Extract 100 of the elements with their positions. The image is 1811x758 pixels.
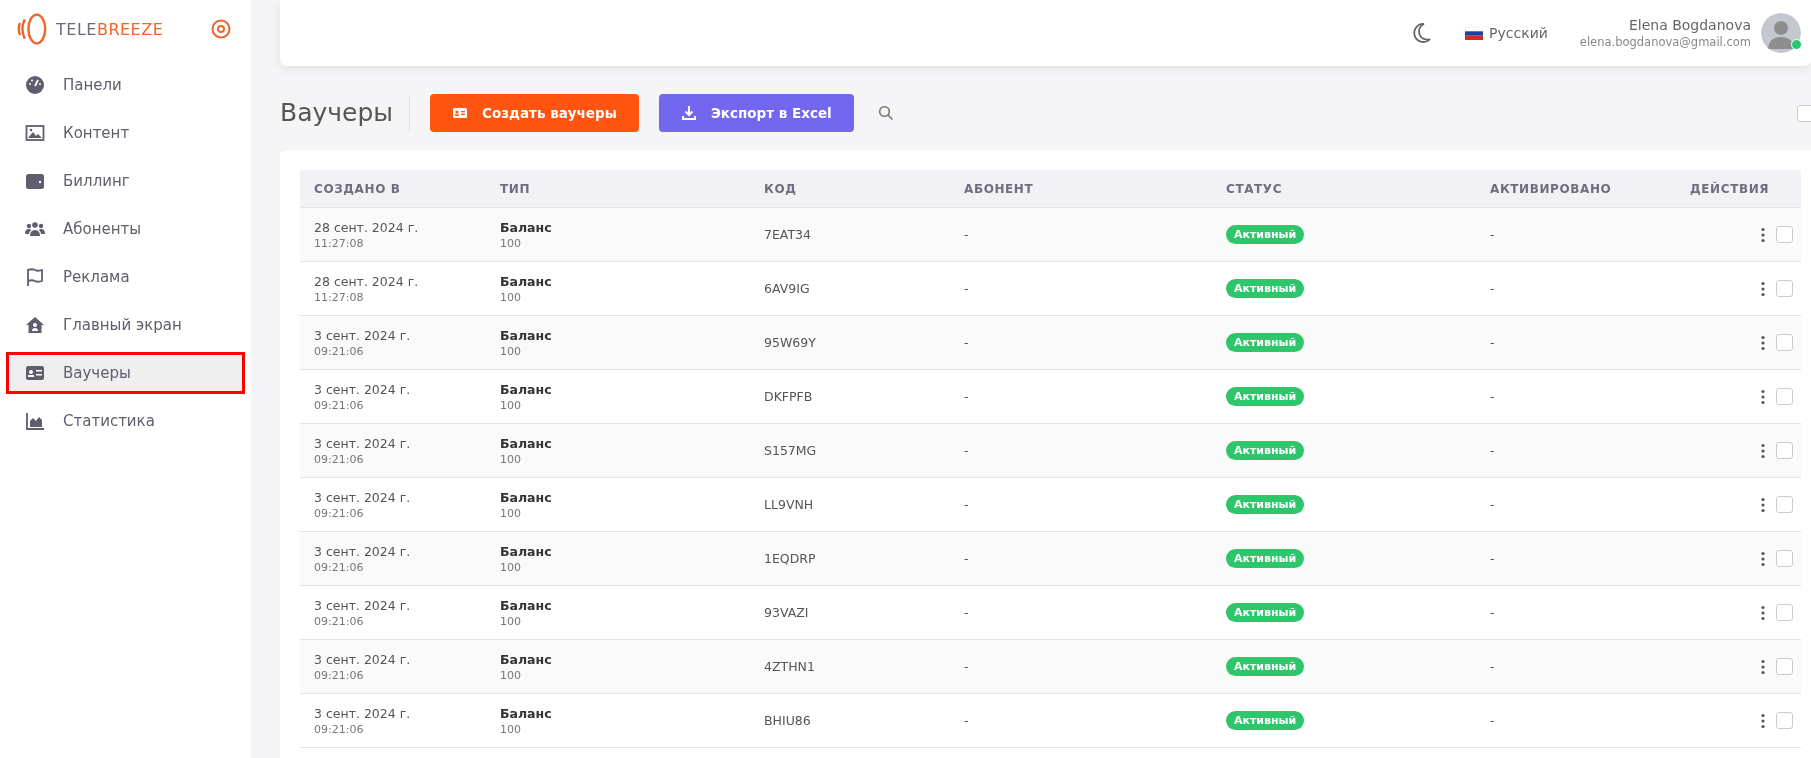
column-header: ТИП — [486, 170, 750, 208]
activated-value: - — [1490, 713, 1496, 728]
voucher-amount: 100 — [500, 452, 522, 466]
status-badge: Активный — [1226, 279, 1305, 298]
created-time: 11:27:08 — [314, 290, 365, 304]
activated-value: - — [1490, 335, 1496, 350]
column-header: АБОНЕНТ — [950, 170, 1212, 208]
sidebar-item[interactable]: Абоненты — [6, 208, 245, 250]
sidebar-item[interactable]: Главный экран — [6, 304, 245, 346]
sidebar-item[interactable]: Реклама — [6, 256, 245, 298]
created-date: 3 сент. 2024 г. — [314, 651, 412, 667]
created-date: 3 сент. 2024 г. — [314, 327, 412, 343]
column-header: СТАТУС — [1212, 170, 1476, 208]
sidebar-item[interactable]: Статистика — [6, 400, 245, 442]
subscriber-value: - — [964, 551, 970, 566]
sidebar-item[interactable]: Панели — [6, 64, 245, 106]
target-icon[interactable] — [211, 19, 231, 39]
voucher-amount: 100 — [500, 398, 522, 412]
more-options-icon[interactable] — [1760, 496, 1766, 513]
gauge-icon — [25, 75, 45, 95]
voucher-type: Баланс — [500, 489, 553, 505]
user-name: Elena Bogdanova — [1628, 17, 1751, 33]
created-date: 28 сент. 2024 г. — [314, 219, 420, 235]
page-title: Ваучеры — [280, 95, 411, 131]
subscriber-value: - — [964, 227, 970, 242]
subscriber-value: - — [964, 605, 970, 620]
status-badge: Активный — [1226, 225, 1305, 244]
more-options-icon[interactable] — [1760, 388, 1766, 405]
more-options-icon[interactable] — [1760, 604, 1766, 621]
user-email: elena.bogdanova@gmail.com — [1579, 35, 1751, 49]
created-time: 09:21:06 — [314, 668, 365, 682]
activated-value: - — [1490, 659, 1496, 674]
row-checkbox[interactable] — [1776, 658, 1793, 675]
voucher-type: Баланс — [500, 651, 553, 667]
voucher-code: BHIU86 — [764, 713, 812, 728]
download-icon — [680, 105, 697, 121]
status-badge: Активный — [1226, 333, 1305, 352]
created-time: 09:21:06 — [314, 506, 365, 520]
voucher-amount: 100 — [500, 560, 522, 574]
subscriber-value: - — [964, 659, 970, 674]
subscriber-value: - — [964, 497, 970, 512]
status-badge: Активный — [1226, 495, 1305, 514]
row-checkbox[interactable] — [1776, 550, 1793, 567]
more-options-icon[interactable] — [1760, 550, 1766, 567]
voucher-code: DKFPFB — [764, 389, 814, 404]
subscriber-value: - — [964, 443, 970, 458]
more-options-icon[interactable] — [1760, 442, 1766, 459]
row-checkbox[interactable] — [1776, 604, 1793, 621]
row-checkbox[interactable] — [1776, 280, 1793, 297]
row-checkbox[interactable] — [1776, 442, 1793, 459]
voucher-type: Баланс — [500, 435, 553, 451]
voucher-code: 7EAT34 — [764, 227, 812, 242]
image-icon — [25, 123, 45, 143]
more-options-icon[interactable] — [1760, 658, 1766, 675]
subscriber-value: - — [964, 281, 970, 296]
row-checkbox[interactable] — [1776, 496, 1793, 513]
export-excel-button[interactable]: Экспорт в Excel — [658, 94, 854, 132]
language-selector[interactable]: Русский — [1465, 25, 1548, 41]
sidebar-item[interactable]: Ваучеры — [6, 352, 245, 394]
row-checkbox[interactable] — [1776, 226, 1793, 243]
voucher-amount: 100 — [500, 506, 522, 520]
voucher-type: Баланс — [500, 705, 553, 721]
created-time: 09:21:06 — [314, 452, 365, 466]
created-time: 09:21:06 — [314, 614, 365, 628]
activated-value: - — [1490, 389, 1496, 404]
status-badge: Активный — [1226, 657, 1305, 676]
row-checkbox[interactable] — [1776, 712, 1793, 729]
activated-value: - — [1490, 551, 1496, 566]
created-date: 3 сент. 2024 г. — [314, 489, 412, 505]
column-header: КОД — [750, 170, 950, 208]
created-date: 3 сент. 2024 г. — [314, 381, 412, 397]
voucher-type: Баланс — [500, 219, 553, 235]
status-badge: Активный — [1226, 387, 1305, 406]
more-options-icon[interactable] — [1760, 226, 1766, 243]
subscriber-value: - — [964, 335, 970, 350]
search-icon[interactable] — [877, 105, 894, 121]
voucher-type: Баланс — [500, 327, 553, 343]
voucher-code: 1EQDRP — [764, 551, 817, 566]
wallet-icon — [25, 171, 45, 191]
voucher-type: Баланс — [500, 543, 553, 559]
status-badge: Активный — [1226, 711, 1305, 730]
row-checkbox[interactable] — [1776, 334, 1793, 351]
voucher-type: Баланс — [500, 273, 553, 289]
more-options-icon[interactable] — [1760, 334, 1766, 351]
activated-value: - — [1490, 497, 1496, 512]
sidebar-item[interactable]: Контент — [6, 112, 245, 154]
more-options-icon[interactable] — [1760, 280, 1766, 297]
voucher-amount: 100 — [500, 668, 522, 682]
users-icon — [25, 219, 45, 239]
select-all-checkbox[interactable] — [1797, 104, 1811, 122]
voucher-code: 4ZTHN1 — [764, 659, 816, 674]
avatar-icon[interactable] — [1761, 13, 1801, 53]
created-date: 3 сент. 2024 г. — [314, 543, 412, 559]
created-date: 3 сент. 2024 г. — [314, 705, 412, 721]
voucher-type: Баланс — [500, 597, 553, 613]
row-checkbox[interactable] — [1776, 388, 1793, 405]
more-options-icon[interactable] — [1760, 712, 1766, 729]
voucher-amount: 100 — [500, 722, 522, 736]
sidebar-item[interactable]: Биллинг — [6, 160, 245, 202]
subscriber-value: - — [964, 389, 970, 404]
